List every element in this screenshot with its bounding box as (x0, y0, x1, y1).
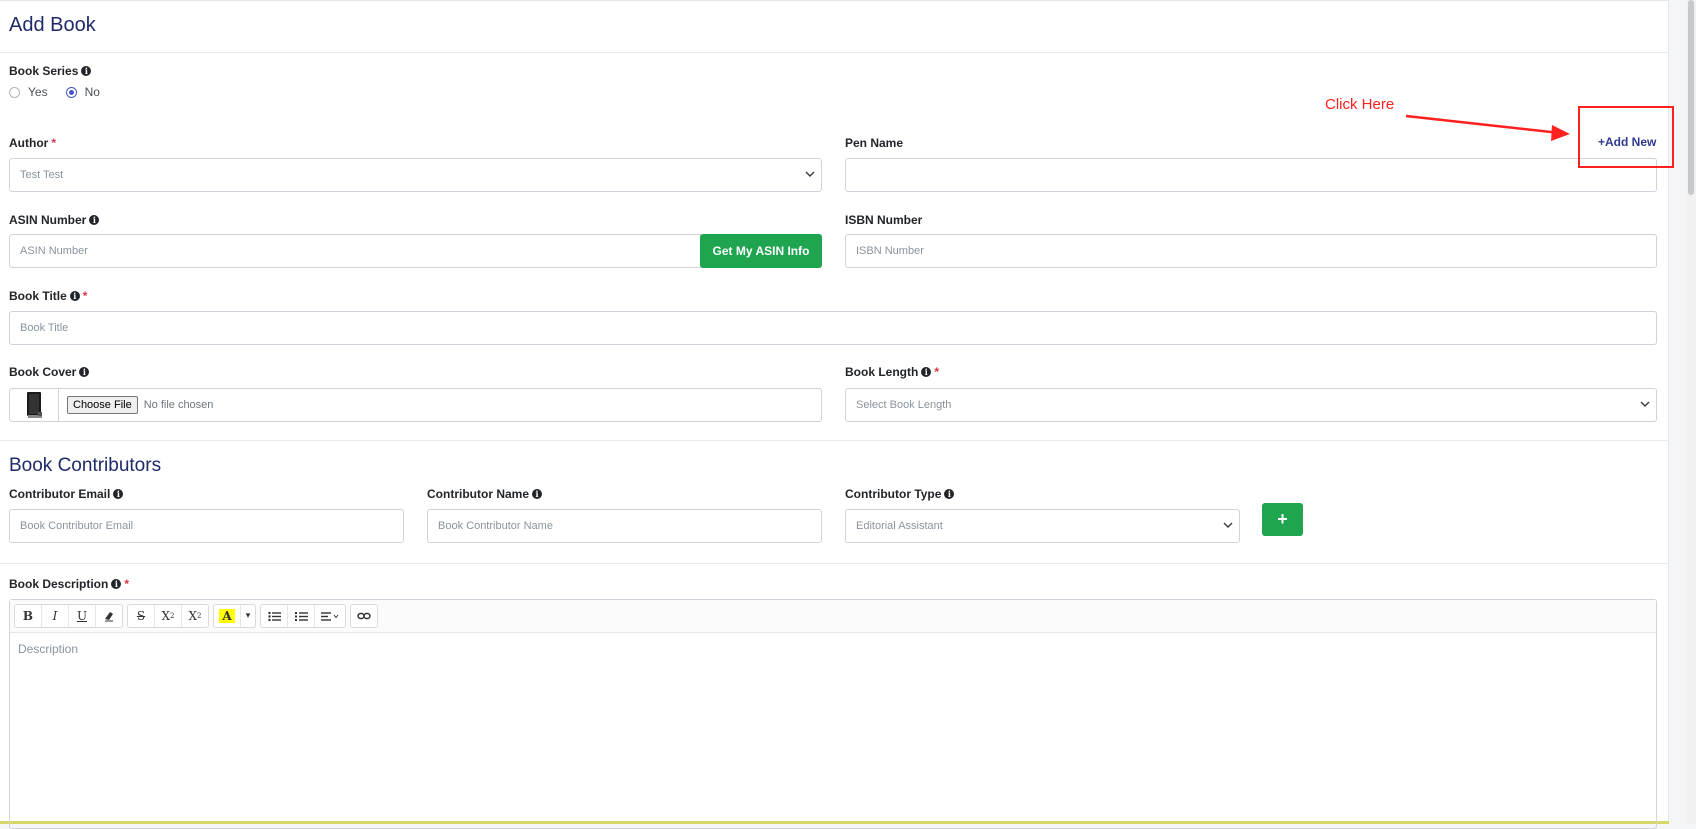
choose-file-button[interactable]: Choose File (67, 396, 138, 414)
book-cover-label: Book Cover i (9, 365, 90, 379)
file-status: No file chosen (143, 399, 214, 411)
required-star: * (82, 289, 88, 303)
editor-toolbar: B I U S X2 X2 A ▾ (10, 600, 1656, 633)
info-icon: i (81, 66, 92, 76)
book-cover-file-input: Choose File No file chosen (9, 388, 822, 422)
align-dropdown-icon[interactable] (315, 605, 345, 627)
contributor-email-label: Contributor Email i (9, 487, 124, 501)
numbered-list-icon[interactable] (288, 605, 315, 627)
info-icon: i (69, 291, 80, 301)
divider (0, 440, 1669, 441)
color-dropdown-icon[interactable]: ▾ (241, 605, 255, 627)
isbn-label: ISBN Number (845, 213, 923, 227)
required-star: * (51, 136, 56, 150)
subscript-button[interactable]: X2 (182, 605, 208, 627)
toolbar-group-color: A ▾ (213, 604, 256, 628)
author-select[interactable]: Test Test (9, 158, 822, 192)
isbn-input[interactable]: ISBN Number (845, 234, 1657, 268)
strikethrough-button[interactable]: S (128, 605, 155, 627)
book-title-label: Book Title i * (9, 289, 88, 303)
author-label: Author * (9, 136, 56, 150)
book-series-radio-group: Yes No (9, 85, 118, 99)
book-title-input[interactable]: Book Title (9, 311, 1657, 345)
bullet-list-icon[interactable] (261, 605, 288, 627)
book-icon (27, 392, 42, 418)
chevron-down-icon (1223, 522, 1233, 528)
radio-no-label[interactable]: No (85, 85, 100, 99)
contributor-type-label: Contributor Type i (845, 487, 955, 501)
info-icon: i (111, 579, 122, 589)
chevron-down-icon (1640, 401, 1650, 407)
get-asin-info-button[interactable]: Get My ASIN Info (700, 234, 822, 268)
toolbar-group-link (350, 604, 378, 628)
asin-input[interactable]: ASIN Number (9, 234, 701, 268)
page-title: Add Book (9, 14, 96, 36)
description-editor[interactable]: B I U S X2 X2 A ▾ Description (9, 599, 1657, 829)
eraser-icon[interactable] (96, 605, 122, 627)
italic-button[interactable]: I (42, 605, 69, 627)
pen-name-input[interactable] (845, 158, 1657, 192)
book-description-label: Book Description i * (9, 577, 130, 591)
contributor-email-input[interactable]: Book Contributor Email (9, 509, 404, 543)
info-icon: i (113, 489, 124, 499)
annotation-highlight-box (1578, 106, 1674, 168)
contributor-name-input[interactable]: Book Contributor Name (427, 509, 822, 543)
info-icon: i (89, 215, 100, 225)
divider (0, 52, 1669, 53)
divider (0, 563, 1669, 564)
radio-no[interactable] (65, 86, 77, 98)
book-cover-thumbnail (10, 389, 59, 421)
asin-label: ASIN Number i (9, 213, 100, 227)
bold-button[interactable]: B (15, 605, 42, 627)
toolbar-group-format: B I U (14, 604, 123, 628)
required-star: * (124, 577, 130, 591)
book-length-label: Book Length i * (845, 365, 939, 379)
scrollbar-thumb[interactable] (1688, 0, 1694, 195)
contributor-type-select[interactable]: Editorial Assistant (845, 509, 1240, 543)
link-icon[interactable] (351, 605, 377, 627)
book-series-label: Book Series i (9, 64, 92, 78)
info-icon: i (944, 489, 955, 499)
toolbar-group-script: S X2 X2 (127, 604, 209, 628)
highlight-color-button[interactable]: A (214, 605, 241, 627)
info-icon: i (532, 489, 542, 499)
add-contributor-button[interactable]: + (1262, 503, 1303, 536)
contributors-section-title: Book Contributors (9, 455, 162, 476)
underline-button[interactable]: U (69, 605, 96, 627)
subscript-mark-icon: 2 (197, 612, 202, 620)
toolbar-group-lists (260, 604, 346, 628)
pen-name-label: Pen Name (845, 136, 904, 150)
radio-yes[interactable] (9, 86, 20, 98)
radio-yes-label[interactable]: Yes (28, 85, 48, 99)
chevron-down-icon (805, 171, 815, 177)
info-icon: i (921, 367, 932, 377)
book-length-select[interactable]: Select Book Length (845, 388, 1657, 422)
author-value: Test Test (20, 169, 64, 181)
description-placeholder: Description (18, 642, 79, 656)
superscript-mark-icon: 2 (170, 612, 175, 620)
annotation-text: Click Here (1325, 96, 1395, 113)
superscript-button[interactable]: X2 (155, 605, 182, 627)
info-icon: i (79, 367, 90, 377)
required-star: * (934, 365, 939, 379)
contributor-name-label: Contributor Name i (427, 487, 542, 501)
